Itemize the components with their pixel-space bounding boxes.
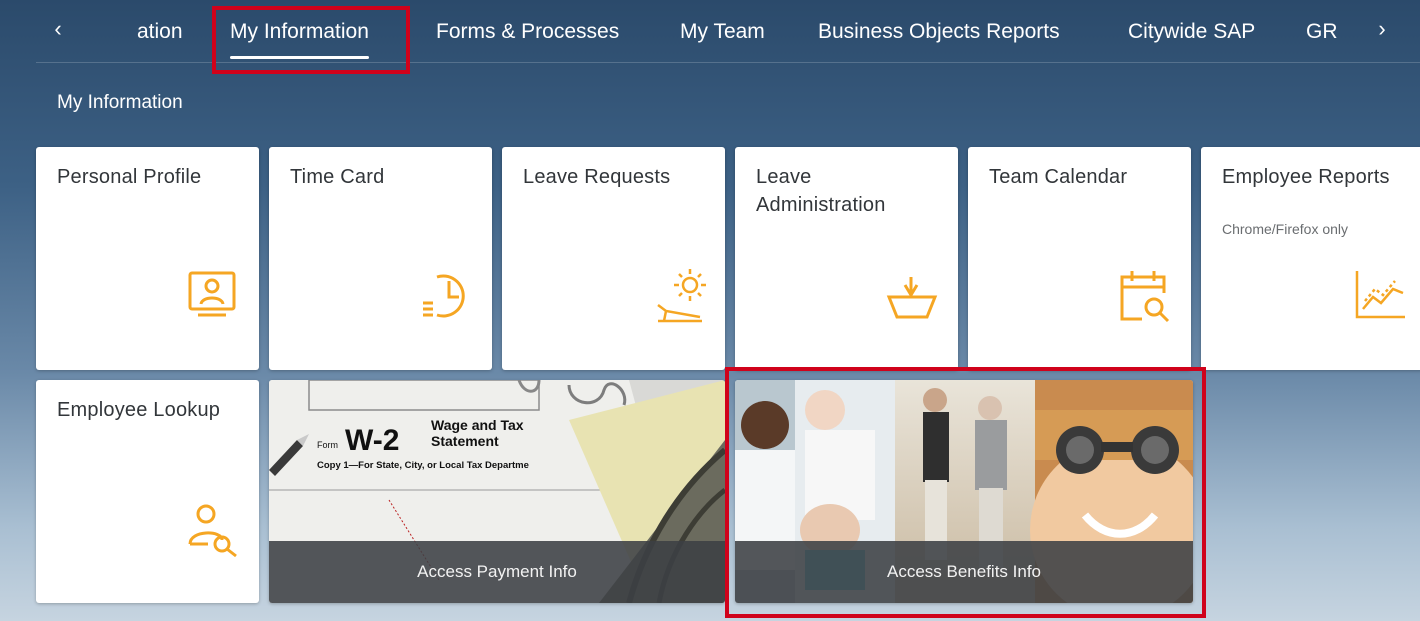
personal-profile-icon bbox=[184, 269, 242, 323]
leave-requests-icon bbox=[652, 265, 714, 327]
tile-title: Leave Administration bbox=[756, 166, 886, 216]
form-title-line1: Wage and Tax bbox=[431, 417, 524, 433]
tab-label: My Information bbox=[230, 20, 369, 43]
tile-employee-reports[interactable]: Employee Reports Chrome/Firefox only bbox=[1201, 147, 1420, 370]
tile-title: Leave Requests bbox=[523, 166, 671, 188]
section-title: My Information bbox=[57, 92, 183, 113]
active-tab-underline bbox=[230, 56, 369, 59]
form-label: Form bbox=[317, 440, 338, 450]
tile-leave-requests[interactable]: Leave Requests bbox=[502, 147, 725, 370]
tile-title: Team Calendar bbox=[989, 166, 1128, 188]
form-title-line2: Statement bbox=[431, 433, 499, 449]
form-copy-line: Copy 1—For State, City, or Local Tax Dep… bbox=[317, 460, 529, 471]
team-calendar-icon bbox=[1116, 265, 1174, 325]
tile-team-calendar[interactable]: Team Calendar bbox=[968, 147, 1191, 370]
nav-divider bbox=[36, 62, 1420, 63]
tile-personal-profile[interactable]: Personal Profile bbox=[36, 147, 259, 370]
tile-caption: Access Payment Info bbox=[269, 541, 725, 603]
tab-my-information[interactable]: My Information bbox=[230, 14, 369, 59]
form-number: W-2 bbox=[345, 424, 399, 457]
tile-title: Employee Lookup bbox=[57, 399, 221, 421]
tab-business-objects-reports[interactable]: Business Objects Reports bbox=[818, 14, 1060, 50]
nav-prev-arrow-icon[interactable]: ‹ bbox=[46, 14, 70, 44]
top-navigation: ‹ ation My Information Forms & Processes… bbox=[0, 0, 1420, 64]
tab-gr[interactable]: GR bbox=[1306, 14, 1338, 50]
leave-administration-icon bbox=[883, 271, 941, 325]
tile-title: Personal Profile bbox=[57, 166, 202, 188]
tab-my-team[interactable]: My Team bbox=[680, 14, 765, 50]
tile-title: Employee Reports bbox=[1222, 166, 1390, 188]
tab-forms-processes[interactable]: Forms & Processes bbox=[436, 14, 619, 50]
tile-leave-administration[interactable]: Leave Administration bbox=[735, 147, 958, 370]
tab-ation[interactable]: ation bbox=[137, 14, 183, 50]
tab-citywide-sap[interactable]: Citywide SAP bbox=[1128, 14, 1255, 50]
employee-reports-icon bbox=[1351, 267, 1409, 323]
tile-access-payment-info[interactable]: Form W-2 Wage and Tax Statement Copy 1—F… bbox=[269, 380, 725, 603]
tile-title: Time Card bbox=[290, 166, 385, 188]
tile-subtitle: Chrome/Firefox only bbox=[1222, 221, 1349, 237]
nav-next-arrow-icon[interactable]: › bbox=[1370, 14, 1394, 44]
time-card-icon bbox=[417, 267, 475, 325]
tile-time-card[interactable]: Time Card bbox=[269, 147, 492, 370]
employee-lookup-icon bbox=[186, 500, 244, 558]
tile-access-benefits-info[interactable]: Access Benefits Info bbox=[735, 380, 1193, 603]
tile-employee-lookup[interactable]: Employee Lookup bbox=[36, 380, 259, 603]
tile-caption: Access Benefits Info bbox=[735, 541, 1193, 603]
